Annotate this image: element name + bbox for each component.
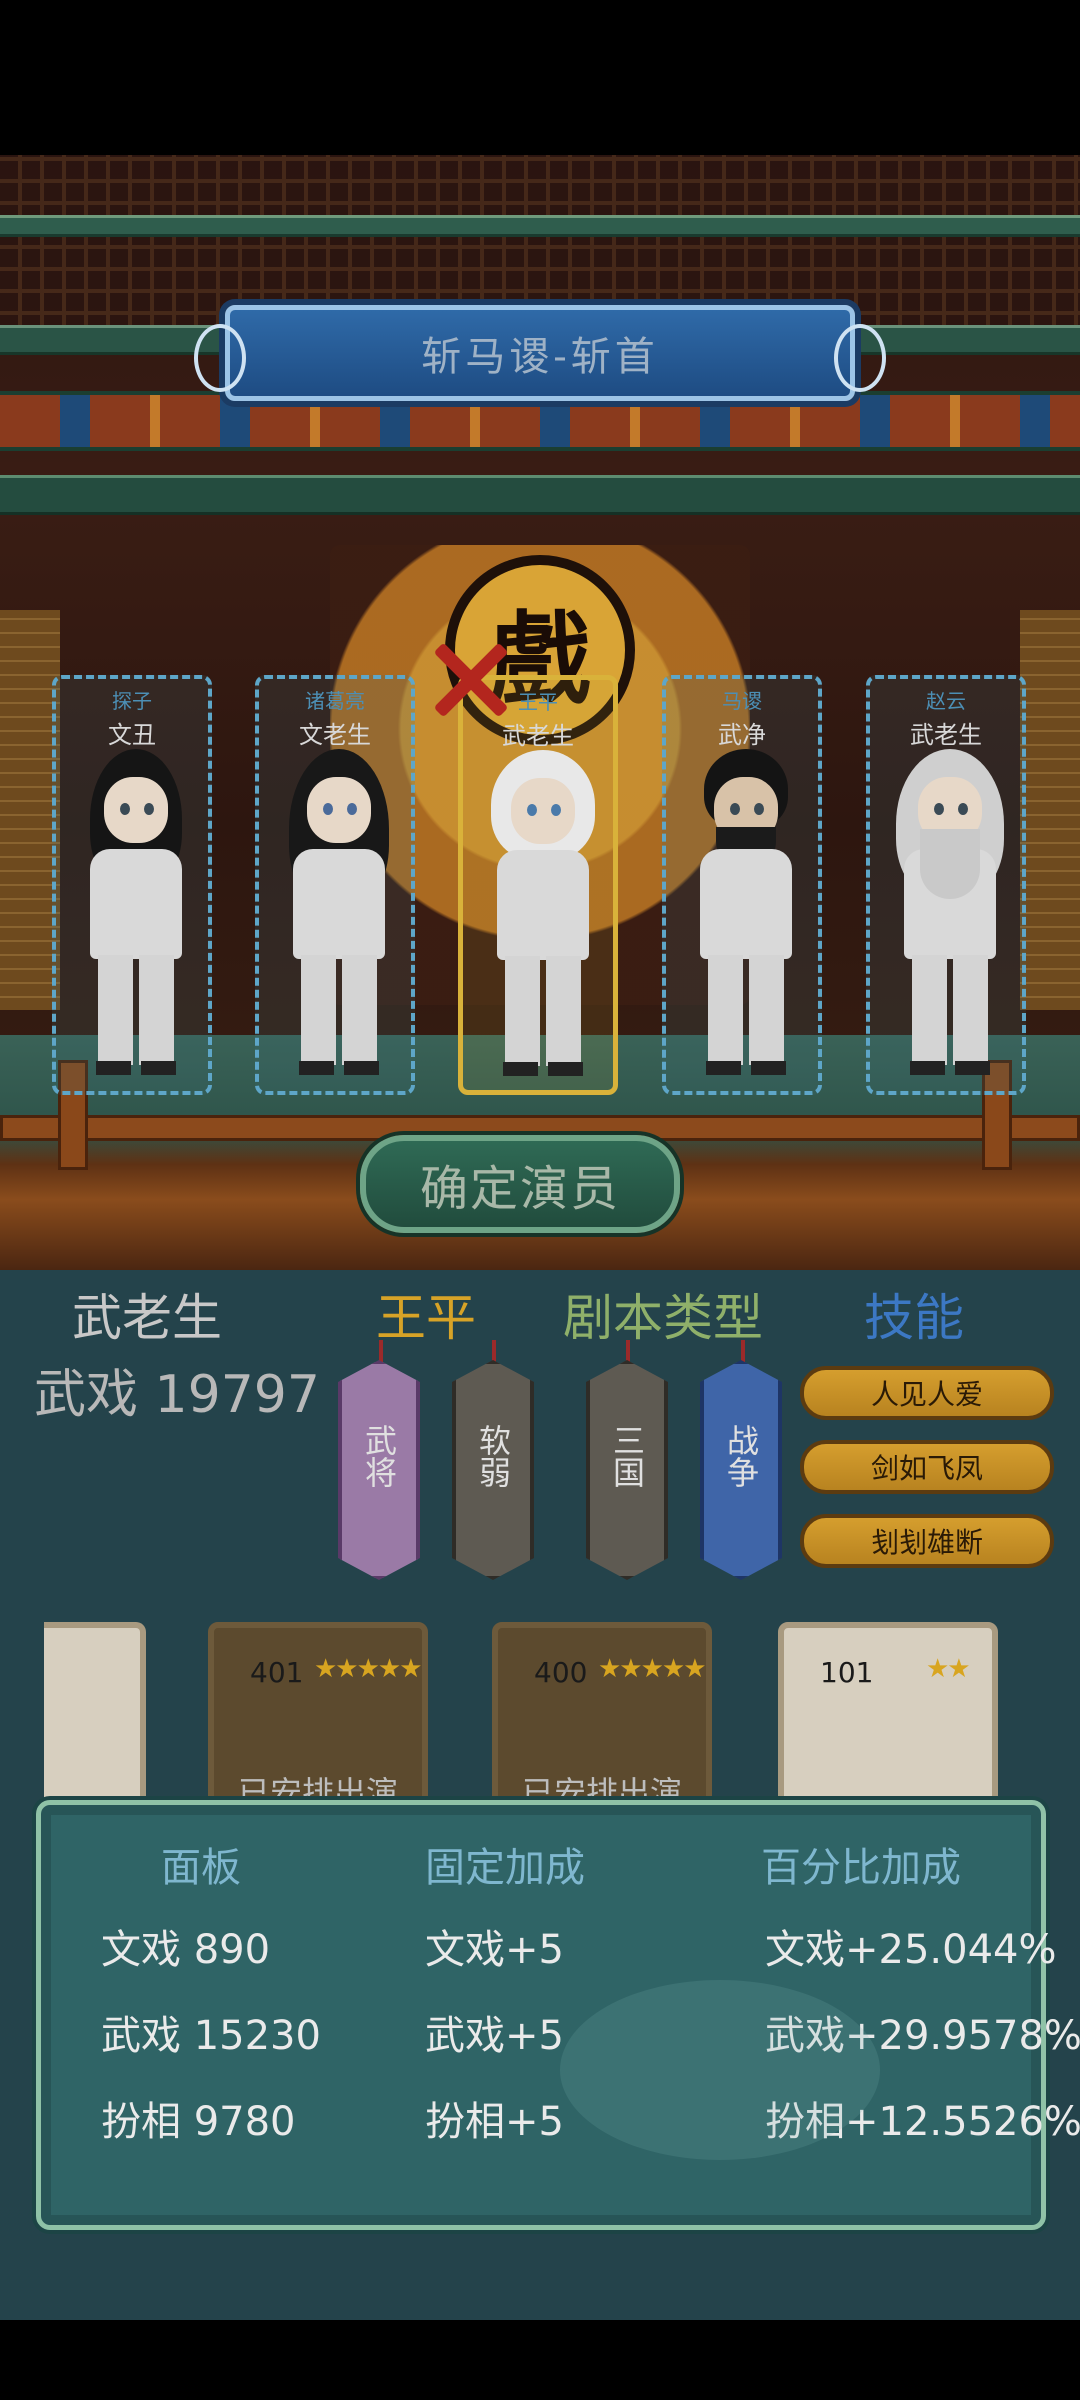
face: [307, 777, 371, 843]
bamboo-curtain-right: [1020, 610, 1080, 1010]
shoes: [910, 1061, 990, 1075]
card-number: 400: [534, 1656, 588, 1689]
actor-figure: [686, 749, 806, 1079]
actor-figure: [890, 749, 1010, 1079]
legs: [98, 955, 174, 1065]
skill-2[interactable]: 剑如飞凤: [800, 1440, 1054, 1494]
tag-wujiang: 武将: [338, 1360, 420, 1580]
stat-panel-value: 文戏 890: [101, 1927, 271, 1973]
eye: [323, 803, 333, 815]
card-stars: ★★: [926, 1654, 971, 1684]
stage-scene: 斩马谡-斩首 戲 探子 文丑 诸葛亮 文老生 王平 武老生 马谡 武净 赵云 武…: [0, 155, 1080, 1270]
tag-label: 战争: [722, 1424, 760, 1488]
face: [104, 777, 168, 843]
skill-label: 剑如飞凤: [870, 1452, 983, 1485]
bamboo-curtain-left: [0, 610, 60, 1010]
confirm-actors-button[interactable]: 确定演员: [360, 1135, 680, 1233]
beard: [920, 829, 980, 899]
slot-role-label: 武净: [718, 721, 766, 749]
skill-label: 刬刬雄断: [870, 1526, 983, 1559]
costume: [700, 849, 792, 959]
stat-panel-value: 扮相 9780: [101, 2099, 296, 2145]
tag-sanguo: 三国: [586, 1360, 668, 1580]
play-title: 斩马谡-斩首: [421, 334, 659, 380]
legs: [708, 955, 784, 1065]
stat-percent-value: 文戏+25.044%: [765, 1927, 1057, 1973]
eye: [551, 804, 561, 816]
upper-rail: [0, 215, 1080, 237]
skill-1[interactable]: 人见人爱: [800, 1366, 1054, 1420]
character-name-label: 王平: [376, 1289, 476, 1347]
actor-figure: [483, 750, 603, 1080]
stat-panel-value: 武戏 15230: [101, 2013, 321, 2059]
role-type-label: 武老生: [72, 1289, 222, 1347]
tag-label: 武将: [360, 1424, 398, 1488]
actor-slot-1[interactable]: 探子 文丑: [52, 675, 212, 1095]
shoes: [96, 1061, 176, 1075]
legs: [912, 955, 988, 1065]
stat-fixed-value: 文戏+5: [425, 1927, 564, 1973]
actor-figure: [76, 749, 196, 1079]
tag-label: 软弱: [474, 1424, 512, 1488]
card-number: 101: [820, 1656, 874, 1689]
actor-figure: [279, 749, 399, 1079]
tag-ruanruo: 软弱: [452, 1360, 534, 1580]
slot-character-name: 赵云: [926, 689, 966, 713]
actor-slot-5[interactable]: 赵云 武老生: [866, 675, 1026, 1095]
stat-fixed-value: 扮相+5: [425, 2099, 564, 2145]
shoes: [299, 1061, 379, 1075]
costume: [293, 849, 385, 959]
face: [511, 778, 575, 844]
actor-slot-4[interactable]: 马谡 武净: [662, 675, 822, 1095]
card-stars: ★★★★★: [314, 1654, 423, 1684]
eye: [754, 803, 764, 815]
power-value: 武戏 19797: [34, 1365, 320, 1425]
slot-character-name: 诸葛亮: [305, 689, 365, 713]
slot-character-name: 马谡: [722, 689, 762, 713]
slot-role-label: 文老生: [299, 721, 371, 749]
legs: [505, 956, 581, 1066]
eye: [120, 803, 130, 815]
slot-role-label: 武老生: [502, 722, 574, 750]
shoes: [706, 1061, 786, 1075]
eye: [527, 804, 537, 816]
remove-x-icon[interactable]: [430, 640, 510, 720]
card-stars: ★★★★★: [598, 1654, 707, 1684]
skill-label: 人见人爱: [870, 1378, 983, 1411]
stats-header-panel: 面板: [161, 1845, 241, 1891]
stage-beam: [0, 475, 1080, 515]
stats-header-percent: 百分比加成: [761, 1845, 961, 1891]
eye: [347, 803, 357, 815]
actor-slot-3-selected[interactable]: 王平 武老生: [458, 675, 618, 1095]
actor-slot-2[interactable]: 诸葛亮 文老生: [255, 675, 415, 1095]
eye: [934, 803, 944, 815]
tag-zhanzheng: 战争: [700, 1360, 782, 1580]
confirm-actors-label: 确定演员: [419, 1161, 620, 1217]
script-type-label: 剧本类型: [563, 1289, 763, 1347]
costume: [497, 850, 589, 960]
stats-header-fixed: 固定加成: [425, 1845, 585, 1891]
tag-label: 三国: [608, 1424, 646, 1488]
shoes: [503, 1062, 583, 1076]
slot-role-label: 武老生: [910, 721, 982, 749]
slot-character-name: 探子: [112, 689, 152, 713]
card-number: 401: [250, 1656, 304, 1689]
eye: [958, 803, 968, 815]
play-title-plaque: 斩马谡-斩首: [194, 305, 886, 401]
skill-3[interactable]: 刬刬雄断: [800, 1514, 1054, 1568]
stats-panel: 面板 固定加成 百分比加成 文戏 890 文戏+5 文戏+25.044% 武戏 …: [36, 1800, 1080, 2230]
eye: [144, 803, 154, 815]
cloud-decoration: [560, 1980, 880, 2160]
legs: [301, 955, 377, 1065]
stat-fixed-value: 武戏+5: [425, 2013, 564, 2059]
slot-role-label: 文丑: [108, 721, 156, 749]
costume: [90, 849, 182, 959]
eye: [730, 803, 740, 815]
skills-label: 技能: [864, 1289, 964, 1347]
